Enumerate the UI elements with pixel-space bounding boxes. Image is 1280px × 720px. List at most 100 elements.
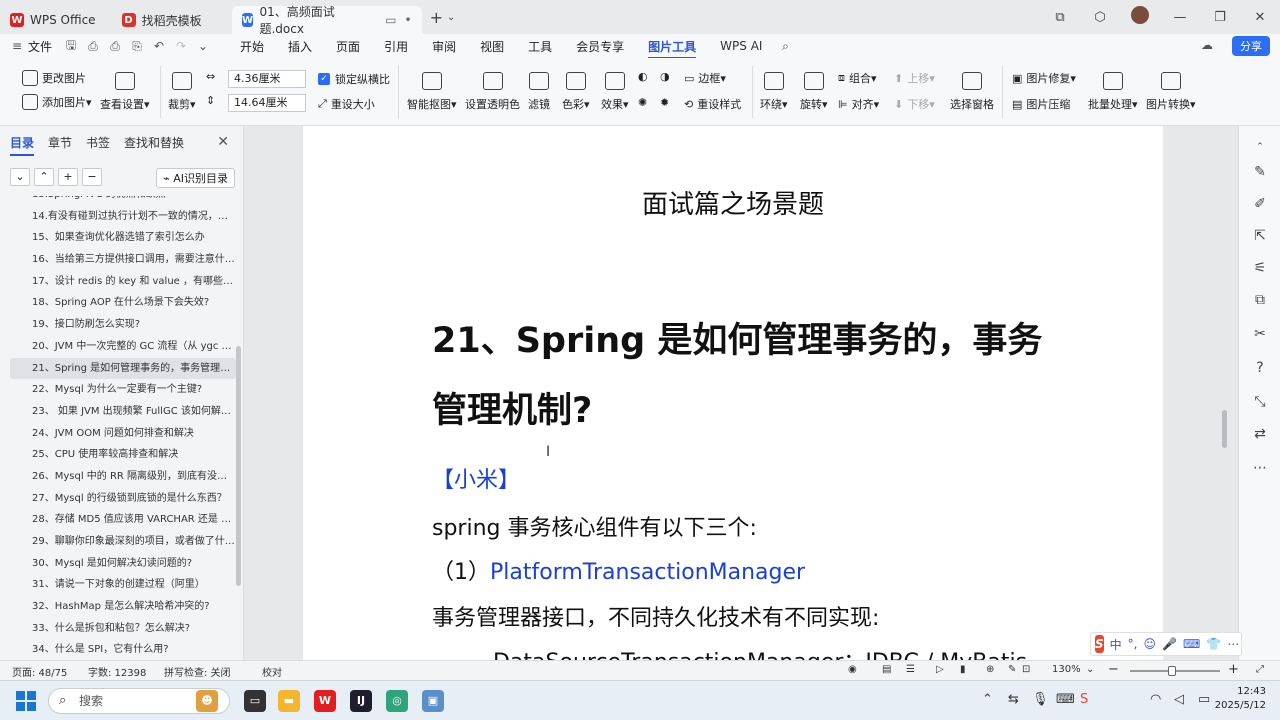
menu-picture-tools[interactable]: 图片工具 xyxy=(636,38,708,59)
border-button[interactable]: ▭ 边框 ▾ xyxy=(684,70,726,86)
tab-chapters[interactable]: 章节 xyxy=(48,134,72,156)
wps-taskbar-icon[interactable]: W xyxy=(314,690,336,712)
tab-monitor-icon[interactable]: ▭ xyxy=(385,13,396,27)
fit-page-icon[interactable]: ⊡ xyxy=(1022,664,1030,675)
toc-item[interactable]: 16、当给第三方提供接口调用，需要注意什么？ xyxy=(10,249,236,271)
brightness-down-icon[interactable]: ✹ xyxy=(660,96,669,109)
minimize-button[interactable]: — xyxy=(1160,10,1200,25)
toc-item[interactable]: 21、Spring 是如何管理事务的，事务管理机制？ xyxy=(10,357,236,380)
file-explorer-icon[interactable]: ▬ xyxy=(278,690,300,712)
expand-icon[interactable]: ⤡ xyxy=(1251,394,1269,410)
task-view-icon[interactable]: ▭ xyxy=(244,690,266,712)
word-count[interactable]: 字数: 12398 xyxy=(88,664,146,679)
menu-reference[interactable]: 引用 xyxy=(372,38,420,55)
hamburger-icon[interactable]: ≡ xyxy=(6,39,28,53)
reset-style-button[interactable]: ⟲ 重设样式 xyxy=(684,96,741,112)
toc-item[interactable]: 24、JVM OOM 问题如何排查和解决 xyxy=(10,423,236,445)
adjust-sliders-icon[interactable]: ⚟ xyxy=(1251,260,1269,276)
transparent-color-button[interactable]: 设置透明色 xyxy=(465,72,520,112)
page-view-icon[interactable]: ▤ xyxy=(882,664,891,675)
tab-list-chevron-icon[interactable]: ⌄ xyxy=(447,12,455,23)
tab-find-replace[interactable]: 查找和替换 xyxy=(124,134,184,156)
image-edit-icon[interactable]: ⧉ xyxy=(1251,292,1269,308)
zoom-in-button[interactable]: + xyxy=(1228,662,1239,677)
screenshot-tool-icon[interactable]: ▣ xyxy=(422,690,444,712)
toc-item[interactable]: 33、什么是拆包和粘包？怎么解决? xyxy=(10,618,236,640)
restore-button[interactable]: ❐ xyxy=(1200,10,1240,25)
add-image-button[interactable]: 添加图片 ▾ xyxy=(22,94,92,110)
remove-level-icon[interactable]: − xyxy=(82,168,102,186)
width-input[interactable]: 4.36厘米 xyxy=(228,70,306,88)
select-pane-button[interactable]: 选择窗格 xyxy=(950,72,994,112)
align-button[interactable]: ⊫ 对齐 ▾ xyxy=(838,96,879,112)
clock[interactable]: 12:43 2025/5/12 xyxy=(1215,685,1266,713)
smart-cutout-button[interactable]: 智能抠图▾ xyxy=(407,72,457,112)
undo-icon[interactable]: ↶ xyxy=(148,39,170,53)
wifi-icon[interactable]: ◠ xyxy=(1150,692,1161,707)
ime-keyboard-icon[interactable]: ⌨ xyxy=(1183,637,1200,651)
zoom-out-button[interactable]: − xyxy=(1108,662,1119,677)
search-icon[interactable]: ⌕ xyxy=(774,39,796,54)
nav-scrollbar[interactable] xyxy=(236,346,241,586)
reading-view-icon[interactable]: ▮ xyxy=(960,664,966,675)
contrast-down-icon[interactable]: ✺ xyxy=(638,96,647,109)
toc-item[interactable]: 34、什么是 SPI，它有什么用? xyxy=(10,639,236,660)
scroll-up-icon[interactable]: ⌃ xyxy=(1251,142,1269,152)
tray-app-icon[interactable]: ⇆ xyxy=(1008,692,1019,707)
help-icon[interactable]: ? xyxy=(1251,360,1269,376)
spell-check-status[interactable]: 拼写检查: 关闭 xyxy=(164,664,231,679)
print-icon[interactable]: ⎙ xyxy=(104,39,126,54)
move-down-button[interactable]: ⬇ 下移 ▾ xyxy=(894,96,935,112)
toc-item[interactable]: 27、Mysql 的行级锁到底锁的是什么东西？ xyxy=(10,488,236,510)
tray-sogou-icon[interactable]: S xyxy=(1080,692,1088,707)
toc-item[interactable]: 30、Mysql 是如何解决幻读问题的? xyxy=(10,553,236,575)
ime-voice-icon[interactable]: 🎤 xyxy=(1162,637,1177,651)
height-input[interactable]: 14.64厘米 xyxy=(228,94,306,112)
contrast-icon[interactable]: ◐ xyxy=(638,70,648,83)
image-convert-button[interactable]: 图片转换▾ xyxy=(1146,72,1196,112)
sogou-logo-icon[interactable]: S xyxy=(1095,635,1104,653)
play-icon[interactable]: ▷ xyxy=(936,664,944,675)
toc-item[interactable]: 31、请说一下对象的创建过程（阿里） xyxy=(10,574,236,596)
change-image-button[interactable]: 更改图片 xyxy=(22,70,86,86)
page-count[interactable]: 页面: 48/75 xyxy=(12,664,67,679)
zoom-dropdown-chevron-icon[interactable]: ⌄ xyxy=(1086,664,1094,675)
ime-chinese-mode[interactable]: 中 xyxy=(1110,636,1122,653)
outline-view-icon[interactable]: ☰ xyxy=(906,664,915,675)
user-avatar[interactable] xyxy=(1120,6,1160,28)
expand-chevron-icon[interactable]: ⌃ xyxy=(34,168,54,186)
toc-item[interactable]: 14.有没有碰到过执行计划不一致的情况，为什么？ xyxy=(10,206,236,228)
share-button[interactable]: 分享 xyxy=(1232,36,1270,56)
browser-icon[interactable]: ◎ xyxy=(386,690,408,712)
add-level-icon[interactable]: + xyxy=(58,168,78,186)
toc-item[interactable]: 18、Spring AOP 在什么场景下会失效? xyxy=(10,292,236,314)
toc-item[interactable]: 15、如果查询优化器选错了索引怎么办 xyxy=(10,227,236,249)
group-button[interactable]: ⧈ 组合 ▾ xyxy=(838,70,877,86)
menu-tools[interactable]: 工具 xyxy=(516,38,564,55)
more-chevron-icon[interactable]: ⌄ xyxy=(192,39,214,53)
toc-item[interactable]: 28、存储 MD5 值应该用 VARCHAR 还是 CHAR xyxy=(10,509,236,531)
batch-process-button[interactable]: 批量处理▾ xyxy=(1088,72,1138,112)
windows-start-icon[interactable] xyxy=(16,691,36,711)
menu-view[interactable]: 视图 xyxy=(468,38,516,55)
platform-transaction-manager-link[interactable]: PlatformTransactionManager xyxy=(490,560,805,585)
reset-size-button[interactable]: ⤢ 重设大小 xyxy=(318,96,375,112)
idea-icon[interactable]: IJ xyxy=(350,690,372,712)
color-button[interactable]: 色彩▾ xyxy=(562,72,590,112)
widget-icon[interactable]: ☻ xyxy=(196,690,218,712)
toc-item[interactable]: 13.SpringMVC 的优点和缺点 xyxy=(10,196,236,206)
cloud-upload-icon[interactable]: ☁ xyxy=(1196,38,1218,52)
tray-keyboard-icon[interactable]: ⌨ xyxy=(1056,692,1075,707)
web-view-icon[interactable]: ⊕ xyxy=(986,664,994,675)
toc-item[interactable]: 19、接口防刷怎么实现? xyxy=(10,314,236,336)
toc-item[interactable]: 23、 如果 JVM 出现频繁 FullGC 该如何解决？ xyxy=(10,401,236,423)
eye-protect-icon[interactable]: ◉ xyxy=(848,664,857,675)
zoom-level[interactable]: 130% xyxy=(1052,664,1081,675)
new-tab-button[interactable]: + xyxy=(430,8,443,27)
zoom-slider-handle[interactable] xyxy=(1168,666,1177,676)
close-button[interactable]: ✕ xyxy=(1240,10,1280,25)
tab-wps-office[interactable]: W WPS Office xyxy=(0,6,106,34)
brightness-icon[interactable]: ◑ xyxy=(660,70,670,83)
filter-button[interactable]: 滤镜 xyxy=(528,72,550,112)
view-settings-button[interactable]: 查看设置▾ xyxy=(100,72,150,112)
